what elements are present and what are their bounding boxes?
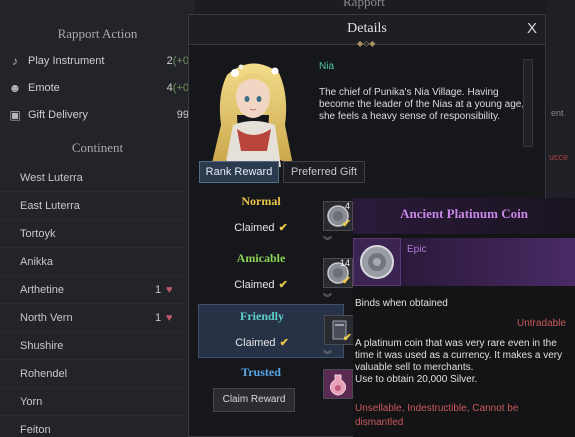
continent-item[interactable]: Feiton (0, 416, 195, 437)
continent-label: Arthetine (20, 284, 65, 296)
tab-preferred-gift[interactable]: Preferred Gift (283, 161, 365, 183)
item-tooltip: Ancient Platinum Coin Epic Binds when ob… (353, 198, 575, 437)
action-play-instrument[interactable]: ♪ Play Instrument 2(+0 (8, 50, 193, 72)
bg-fragment: ent (551, 108, 564, 118)
bg-fragment: ucce (549, 152, 569, 162)
rapport-side-panel: Rapport Action ♪ Play Instrument 2(+0 ☻ … (0, 0, 195, 437)
action-emote[interactable]: ☻ Emote 4(+0 (8, 77, 193, 99)
rank-status: Claimed ✔ (235, 337, 289, 349)
description-scrollbar[interactable] (523, 59, 533, 147)
npc-name: Nia (319, 61, 335, 72)
heart-icon: ♥ (166, 312, 173, 324)
continent-label: East Luterra (20, 200, 80, 212)
continent-label: Yorn (20, 396, 43, 408)
continent-count: 1 (155, 312, 162, 324)
checkmark-icon: ✔ (341, 275, 351, 287)
continent-label: North Vern (20, 312, 73, 324)
chevron-down-icon: ︾ (323, 293, 333, 303)
checkmark-icon: ✔ (279, 337, 289, 349)
coin-icon (353, 238, 401, 286)
chevron-down-icon: ︾ (323, 350, 333, 360)
rank-name: Trusted (241, 365, 281, 379)
rank-name: Amicable (236, 251, 286, 265)
reward-slot[interactable]: ✔ (324, 315, 354, 345)
action-value: 4(+0 (166, 82, 189, 94)
modal-header: Details ◆◇◆ X (189, 15, 545, 48)
modal-title: Details (347, 21, 387, 36)
item-restrictions: Unsellable, Indestructible, Cannot be di… (355, 403, 519, 428)
close-button[interactable]: X (523, 20, 541, 38)
continent-label: Rohendel (20, 368, 68, 380)
checkmark-icon: ✔ (278, 222, 288, 234)
rank-status: Claimed ✔ (234, 222, 288, 234)
heart-icon: ♥ (166, 284, 173, 296)
item-grade: Epic (407, 244, 427, 255)
tooltip-header: Ancient Platinum Coin (353, 198, 575, 234)
continent-item[interactable]: Tortoyk (0, 220, 195, 248)
npc-description: The chief of Punika's Nia Village. Havin… (319, 87, 525, 122)
rank-name: Normal (241, 194, 281, 208)
untradable-text: Untradable (517, 318, 566, 329)
continent-label: Tortoyk (20, 228, 56, 240)
continent-count: 1 (155, 284, 162, 296)
potion-icon (324, 370, 352, 398)
reward-count: 14 (339, 258, 350, 268)
continent-title: Continent (71, 140, 124, 155)
item-description: A platinum coin that was very rare even … (355, 338, 563, 373)
ornament-icon: ◆◇◆ (357, 39, 376, 48)
grade-banner (401, 238, 575, 286)
item-use-text: Use to obtain 20,000 Silver. (355, 374, 478, 385)
continent-item[interactable]: Rohendel (0, 360, 195, 388)
continent-item[interactable]: Shushire (0, 332, 195, 360)
action-label: Play Instrument (28, 55, 105, 67)
reward-slot[interactable]: 4 ✔ (323, 201, 353, 231)
action-value: 2(+0 (166, 55, 189, 67)
continent-label: Shushire (20, 340, 64, 352)
checkmark-icon: ✔ (278, 279, 288, 291)
continent-item[interactable]: East Luterra (0, 192, 195, 220)
rank-status: Claimed ✔ (234, 279, 288, 291)
action-gift-delivery[interactable]: ▣ Gift Delivery 99 (8, 104, 193, 126)
action-label: Emote (28, 82, 60, 94)
item-name: Ancient Platinum Coin (400, 206, 528, 221)
continent-item[interactable]: Arthetine 1 ♥ (0, 276, 195, 304)
continent-item[interactable]: North Vern 1 ♥ (0, 304, 195, 332)
rapport-action-title: Rapport Action (57, 26, 138, 41)
rank-name: Friendly (240, 309, 284, 323)
binds-text: Binds when obtained (355, 298, 448, 309)
reward-count: 4 (344, 201, 350, 211)
continent-label: Feiton (20, 424, 51, 436)
emote-icon: ☻ (8, 81, 22, 95)
reward-slot[interactable] (323, 369, 353, 399)
music-note-icon: ♪ (12, 54, 18, 68)
action-label: Gift Delivery (28, 109, 88, 121)
continent-item[interactable]: Yorn (0, 388, 195, 416)
claim-reward-button[interactable]: Claim Reward (213, 388, 295, 412)
checkmark-icon: ✔ (342, 332, 352, 344)
continent-label: Anikka (20, 256, 54, 268)
continent-label: West Luterra (20, 172, 83, 184)
npc-portrait (197, 55, 307, 167)
chevron-down-icon: ︾ (323, 236, 333, 246)
continent-item[interactable]: Anikka (0, 248, 195, 276)
checkmark-icon: ✔ (341, 218, 351, 230)
gift-icon: ▣ (9, 108, 21, 122)
reward-slot[interactable]: 14 ✔ (323, 258, 353, 288)
background-top (195, 0, 575, 14)
continent-item[interactable]: West Luterra (0, 164, 195, 192)
tab-rank-reward[interactable]: Rank Reward (199, 161, 279, 183)
rapport-window-title: Rapport (343, 0, 385, 9)
